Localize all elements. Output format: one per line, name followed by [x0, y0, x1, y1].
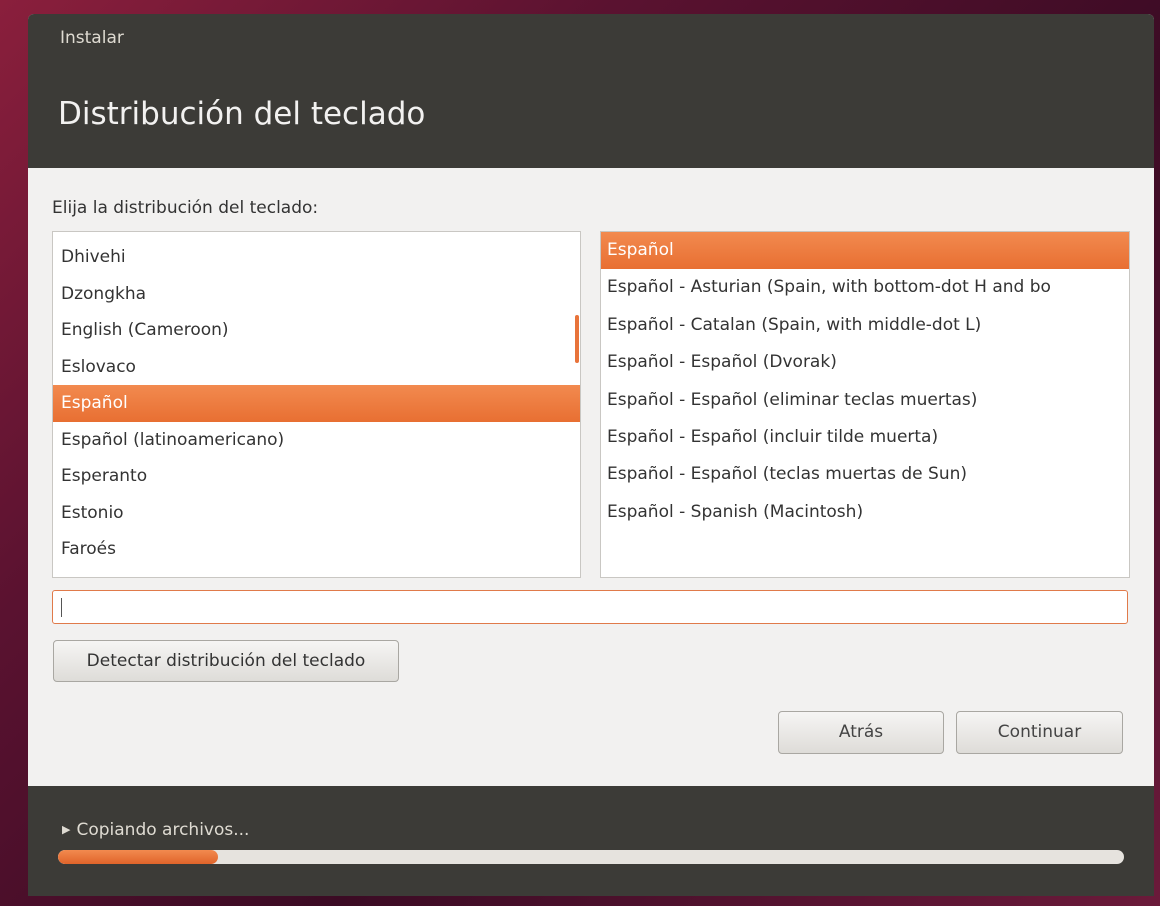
list-item[interactable]: Español - Español (eliminar teclas muert…	[601, 382, 1129, 419]
variant-list[interactable]: Español Español - Asturian (Spain, with b…	[600, 231, 1130, 578]
list-item[interactable]: Español (latinoamericano)	[53, 422, 580, 459]
expander-arrow-icon: ▶	[62, 823, 71, 836]
status-text: Copiando archivos...	[76, 820, 250, 840]
list-item[interactable]: Faroés	[53, 531, 580, 568]
list-item[interactable]: Español	[53, 385, 580, 422]
progress-status[interactable]: ▶ Copiando archivos...	[62, 820, 249, 840]
list-item[interactable]: Esperanto	[53, 458, 580, 495]
list-item[interactable]: Español - Español (teclas muertas de Sun…	[601, 456, 1129, 493]
list-item[interactable]: Español - Asturian (Spain, with bottom-d…	[601, 269, 1129, 306]
continue-button[interactable]: Continuar	[956, 711, 1123, 754]
list-item[interactable]: Español - Catalan (Spain, with middle-do…	[601, 307, 1129, 344]
detect-layout-button[interactable]: Detectar distribución del teclado	[53, 640, 399, 682]
layout-prompt: Elija la distribución del teclado:	[52, 198, 319, 218]
list-item[interactable]: Español - Español (Dvorak)	[601, 344, 1129, 381]
keyboard-test-input[interactable]	[52, 590, 1128, 624]
progress-bar-fill	[58, 850, 218, 864]
list-item[interactable]: Dzongkha	[53, 276, 580, 313]
header: Instalar Distribución del teclado	[28, 14, 1154, 168]
layout-list-scrollbar[interactable]	[575, 315, 579, 363]
list-item[interactable]: Español - Español (incluir tilde muerta)	[601, 419, 1129, 456]
footer: ▶ Copiando archivos...	[28, 786, 1154, 896]
list-item[interactable]: English (Cameroon)	[53, 312, 580, 349]
installer-window: Instalar Distribución del teclado Elija …	[28, 14, 1154, 896]
text-cursor	[61, 598, 62, 617]
list-item[interactable]: Español - Spanish (Macintosh)	[601, 494, 1129, 531]
app-title: Instalar	[60, 28, 124, 48]
layout-list[interactable]: Dhivehi Dzongkha English (Cameroon) Eslovac…	[52, 231, 581, 578]
list-item[interactable]: Eslovaco	[53, 349, 580, 386]
list-item[interactable]: Dhivehi	[53, 239, 580, 276]
progress-bar	[58, 850, 1124, 864]
page-title: Distribución del teclado	[58, 96, 426, 132]
list-item[interactable]: Español	[601, 232, 1129, 270]
list-item[interactable]: Estonio	[53, 495, 580, 532]
back-button[interactable]: Atrás	[778, 711, 944, 754]
